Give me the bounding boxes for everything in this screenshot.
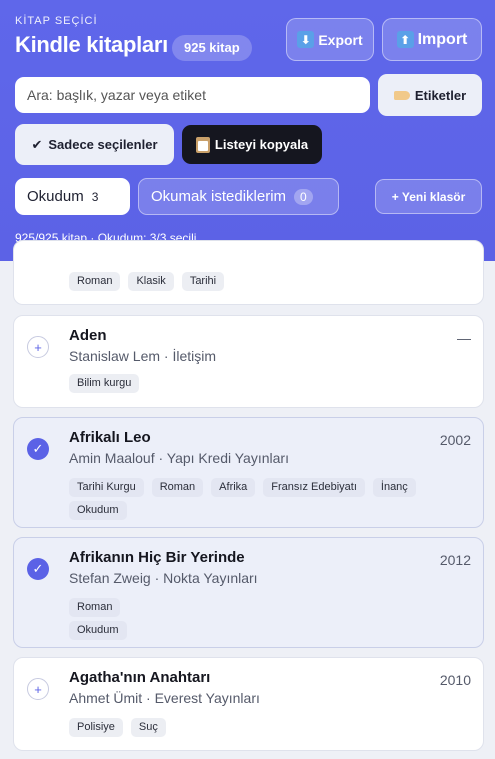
folder-tab-okudum[interactable]: Okudum 3 [15, 178, 130, 215]
book-author-publisher: Amin Maalouf · Yapı Kredi Yayınları [69, 450, 289, 466]
select-toggle-icon[interactable]: + [27, 678, 49, 700]
page-title: Kindle kitapları [15, 32, 168, 57]
tag-list: Bilim kurgu [69, 374, 140, 393]
folder-label: Okumak istediklerim [151, 188, 287, 205]
search-input[interactable] [15, 77, 370, 113]
new-folder-button[interactable]: + Yeni klasör [375, 179, 482, 214]
tag: Suç [130, 718, 166, 737]
down-arrow-icon: ⬇ [297, 31, 315, 48]
folder-label: Okudum [27, 188, 84, 205]
header: KİTAP SEÇİCİ Kindle kitapları 925 kitap … [0, 0, 495, 261]
tags-button[interactable]: Etiketler [378, 74, 482, 116]
tag: Tarihi [181, 272, 225, 291]
selected-check-icon[interactable]: ✓ [27, 558, 49, 580]
book-card[interactable]: ✓ Afrikalı Leo Amin Maalouf · Yapı Kredi… [13, 417, 484, 528]
export-label: Export [318, 31, 363, 48]
tags-label: Etiketler [414, 87, 467, 103]
tag-list: Roman [69, 598, 121, 617]
tag: Klasik [128, 272, 174, 291]
clipboard-icon [195, 136, 210, 153]
folder-tag-list: Okudum [69, 621, 127, 640]
folder-tag-list: Okudum [69, 501, 127, 520]
book-author-publisher: Stanislaw Lem · İletişim [69, 348, 217, 364]
book-card[interactable]: + Agatha'nın Anahtarı Ahmet Ümit · Evere… [13, 657, 484, 751]
book-year: 2012 [439, 552, 471, 568]
folder-tag: Okudum [69, 501, 127, 520]
folder-count: 0 [294, 188, 313, 205]
check-mark-icon: ✔ [31, 136, 43, 152]
tag: Tarihi Kurgu [69, 478, 144, 497]
tag-list: Roman Klasik Tarihi [69, 272, 225, 291]
tag: Fransız Edebiyatı [263, 478, 365, 497]
book-title: Afrikalı Leo [69, 429, 151, 446]
tag-icon [393, 90, 410, 100]
import-button[interactable]: ⬆ Import [382, 18, 482, 61]
tag: Roman [69, 598, 121, 617]
book-year: 2002 [439, 432, 471, 448]
tag: Roman [69, 272, 121, 291]
book-title: Agatha'nın Anahtarı [69, 669, 211, 686]
tag-list: Polisiye Suç [69, 718, 166, 737]
book-card[interactable]: + Aden Stanislaw Lem · İletişim — Bilim … [13, 315, 484, 408]
tag-list: Tarihi Kurgu Roman Afrika Fransız Edebiy… [69, 478, 416, 497]
app-eyebrow: KİTAP SEÇİCİ [15, 15, 98, 27]
book-year: — [457, 330, 471, 346]
book-count-badge: 925 kitap [172, 35, 252, 61]
import-label: Import [417, 30, 468, 48]
selected-check-icon[interactable]: ✓ [27, 438, 49, 460]
export-button[interactable]: ⬇ Export [286, 18, 374, 61]
tag: Roman [151, 478, 204, 497]
copy-list-label: Listeyi kopyala [214, 137, 309, 152]
book-title: Afrikanın Hiç Bir Yerinde [69, 549, 245, 566]
book-year: 2010 [439, 672, 471, 688]
tag: Bilim kurgu [69, 374, 140, 393]
copy-list-button[interactable]: Listeyi kopyala [182, 125, 322, 164]
book-title: Aden [69, 327, 107, 344]
tag: Polisiye [69, 718, 123, 737]
select-toggle-icon[interactable]: + [27, 336, 49, 358]
up-arrow-icon: ⬆ [396, 31, 414, 48]
book-author-publisher: Ahmet Ümit · Everest Yayınları [69, 690, 260, 706]
book-author-publisher: Stefan Zweig · Nokta Yayınları [69, 570, 258, 586]
selected-only-label: Sadece seçilenler [48, 137, 158, 152]
selected-only-button[interactable]: ✔ Sadece seçilenler [15, 124, 174, 165]
tag: İnanç [372, 478, 416, 497]
book-card[interactable]: Roman Klasik Tarihi [13, 240, 484, 305]
book-card[interactable]: ✓ Afrikanın Hiç Bir Yerinde Stefan Zweig… [13, 537, 484, 648]
folder-count: 3 [91, 189, 99, 204]
tag: Afrika [211, 478, 256, 497]
folder-tag: Okudum [69, 621, 127, 640]
folder-tab-okumak-istediklerim[interactable]: Okumak istediklerim 0 [138, 178, 339, 215]
